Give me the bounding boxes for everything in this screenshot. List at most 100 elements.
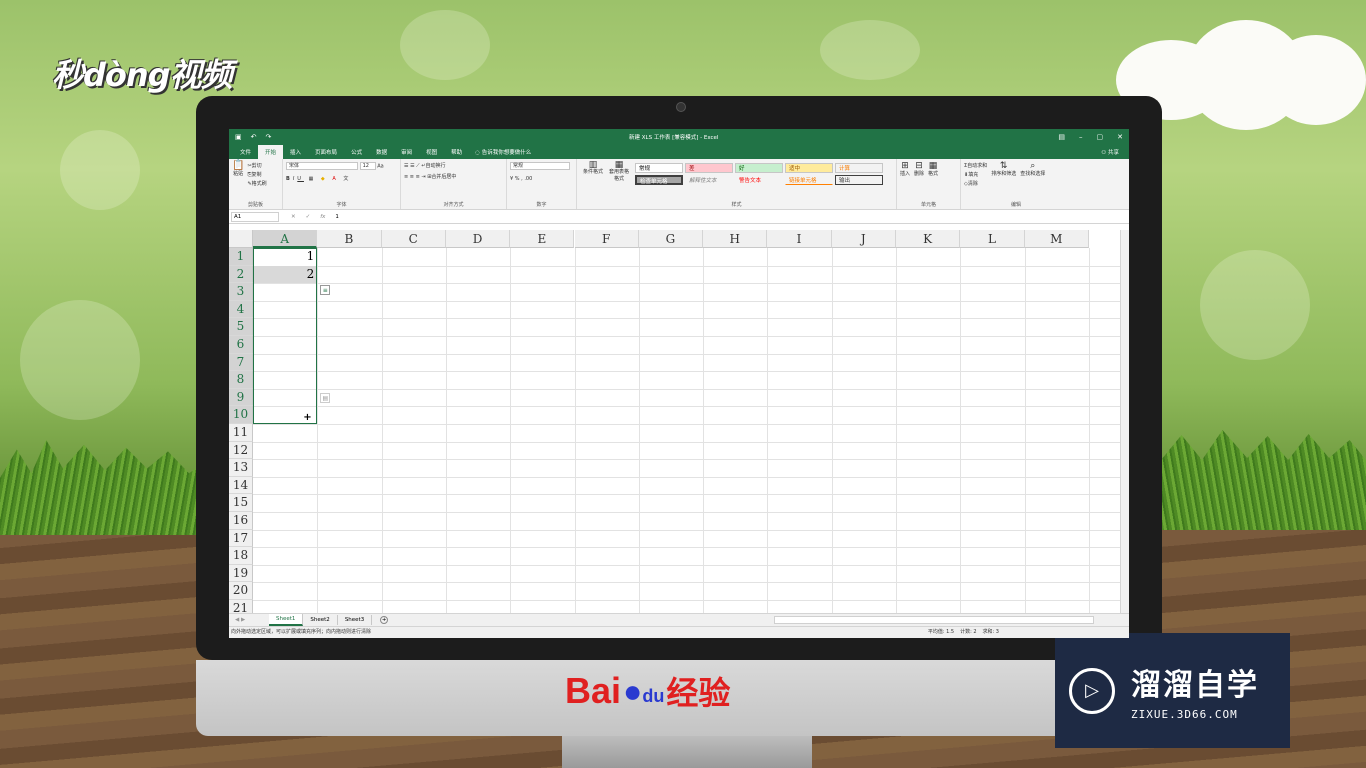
format-as-table-button[interactable]: ▦ 套用表格格式 xyxy=(607,161,631,183)
row-header[interactable]: 19 xyxy=(229,564,253,583)
name-box[interactable]: A1 xyxy=(231,211,279,222)
worksheet-grid[interactable]: A B C D E F G H I J K L M 1 2 3 4 5 6 7 8 9 10 11 12 13 14 15 16 17 18… xyxy=(229,230,1120,613)
close-icon[interactable]: ✕ xyxy=(1117,133,1123,141)
merge-center-button[interactable]: ⊞合并后居中 xyxy=(427,174,456,180)
font-size-select[interactable]: 12 xyxy=(359,162,376,170)
style-normal[interactable]: 常规 xyxy=(635,163,683,173)
row-header[interactable]: 5 xyxy=(229,318,253,336)
font-color-icon[interactable]: A xyxy=(332,176,338,182)
select-all-corner[interactable] xyxy=(229,230,253,248)
style-warning[interactable]: 警告文本 xyxy=(735,175,783,185)
copy-button[interactable]: ⎘复制 xyxy=(247,171,266,180)
find-select-button[interactable]: ⌕ 查找和选择 xyxy=(1020,162,1045,189)
align-right-icon[interactable]: ≡ xyxy=(416,174,420,180)
column-header[interactable]: E xyxy=(510,230,575,248)
enter-icon[interactable]: ✓ xyxy=(306,214,311,220)
column-header[interactable]: J xyxy=(831,230,896,248)
insert-cells-button[interactable]: ⊞ 插入 xyxy=(900,162,910,178)
column-header[interactable]: D xyxy=(445,230,511,248)
fill-button[interactable]: ⬇填充 xyxy=(964,171,987,180)
percent-icon[interactable]: % xyxy=(515,176,520,182)
sheet-nav-arrows[interactable]: ◀ ▶ xyxy=(229,617,269,623)
column-header[interactable]: B xyxy=(317,230,382,248)
minimize-icon[interactable]: – xyxy=(1079,133,1083,141)
sheet-tab-1[interactable]: Sheet1 xyxy=(269,614,304,626)
bold-icon[interactable]: B xyxy=(286,176,293,182)
share-button[interactable]: ⚇ 共享 xyxy=(1101,148,1119,156)
style-neutral[interactable]: 适中 xyxy=(785,163,833,173)
style-check-cell[interactable]: 检查单元格 xyxy=(635,175,683,185)
column-header[interactable]: L xyxy=(960,230,1025,248)
redo-icon[interactable]: ↷ xyxy=(266,133,272,141)
cell-a2[interactable]: 2 xyxy=(253,266,317,284)
format-painter-button[interactable]: ✎格式刷 xyxy=(247,180,266,189)
tab-insert[interactable]: 插入 xyxy=(283,145,308,159)
row-header[interactable]: 11 xyxy=(229,424,253,442)
align-middle-icon[interactable]: ☰ xyxy=(410,163,414,169)
tab-data[interactable]: 数据 xyxy=(369,145,394,159)
orientation-icon[interactable]: ⟋ xyxy=(416,163,420,169)
vertical-scrollbar[interactable] xyxy=(1120,230,1129,613)
align-top-icon[interactable]: ☰ xyxy=(404,163,408,169)
row-header[interactable]: 12 xyxy=(229,441,253,460)
column-header[interactable]: M xyxy=(1024,230,1089,248)
save-icon[interactable]: ▣ xyxy=(235,133,242,141)
style-bad[interactable]: 差 xyxy=(685,163,733,173)
insert-function-icon[interactable]: fx xyxy=(320,214,325,220)
delete-cells-button[interactable]: ⊟ 删除 xyxy=(914,162,924,178)
row-header[interactable]: 17 xyxy=(229,529,253,548)
font-name-select[interactable]: 宋体 xyxy=(286,162,358,170)
style-linked-cell[interactable]: 链接单元格 xyxy=(785,175,833,185)
fill-handle-cursor-icon[interactable]: + xyxy=(303,412,311,423)
tab-formulas[interactable]: 公式 xyxy=(344,145,369,159)
row-header[interactable]: 4 xyxy=(229,300,253,319)
paste-button[interactable]: 📋 粘贴 xyxy=(232,161,244,189)
column-header[interactable]: H xyxy=(703,230,768,248)
sort-filter-button[interactable]: ⇅ 排序和筛选 xyxy=(991,162,1016,189)
autofill-options-icon[interactable]: ≡ xyxy=(320,285,331,296)
column-header[interactable]: C xyxy=(381,230,446,248)
row-header[interactable]: 3 xyxy=(229,283,253,301)
phonetic-icon[interactable]: 文 xyxy=(343,176,351,182)
row-header[interactable]: 13 xyxy=(229,459,253,477)
horizontal-scrollbar[interactable] xyxy=(774,616,1094,624)
autosum-button[interactable]: Σ自动求和 xyxy=(964,162,987,171)
column-header[interactable]: I xyxy=(767,230,832,248)
decimal-icon[interactable]: .00 xyxy=(524,176,532,182)
undo-icon[interactable]: ↶ xyxy=(251,133,257,141)
number-format-select[interactable]: 常规 xyxy=(510,162,570,170)
column-header[interactable]: F xyxy=(574,230,639,248)
add-sheet-icon[interactable]: + xyxy=(380,616,389,624)
tab-review[interactable]: 审阅 xyxy=(394,145,419,159)
ribbon-display-icon[interactable]: ▤ xyxy=(1058,133,1065,141)
align-center-icon[interactable]: ≡ xyxy=(410,174,414,180)
row-header[interactable]: 1 xyxy=(229,248,253,266)
row-header[interactable]: 16 xyxy=(229,512,253,530)
cancel-icon[interactable]: ✕ xyxy=(291,214,296,220)
comma-icon[interactable]: , xyxy=(521,176,523,182)
tell-me-box[interactable]: ◌ 告诉我你想要做什么 xyxy=(475,148,531,156)
column-header[interactable]: G xyxy=(638,230,704,248)
conditional-format-button[interactable]: ▥ 条件格式 xyxy=(581,161,605,176)
align-left-icon[interactable]: ≡ xyxy=(404,174,408,180)
row-header[interactable]: 14 xyxy=(229,476,253,495)
maximize-icon[interactable]: ▢ xyxy=(1097,133,1104,141)
row-header[interactable]: 10 xyxy=(229,406,253,424)
cell-a1[interactable]: 1 xyxy=(253,248,317,266)
row-header[interactable]: 9 xyxy=(229,388,253,407)
formula-input[interactable]: 1 xyxy=(335,214,339,220)
clear-button[interactable]: ◇清除 xyxy=(964,180,987,189)
style-good[interactable]: 好 xyxy=(735,163,783,173)
row-header[interactable]: 18 xyxy=(229,547,253,565)
row-header[interactable]: 2 xyxy=(229,265,253,284)
underline-icon[interactable]: U xyxy=(297,176,304,182)
row-header[interactable]: 15 xyxy=(229,494,253,512)
tab-home[interactable]: 开始 xyxy=(258,144,284,159)
row-header[interactable]: 7 xyxy=(229,353,253,372)
sheet-tab-3[interactable]: Sheet3 xyxy=(338,615,373,625)
column-header[interactable]: K xyxy=(896,230,961,248)
format-cells-button[interactable]: ▦ 格式 xyxy=(928,162,938,178)
quick-analysis-icon[interactable]: ▤ xyxy=(320,392,331,403)
style-calculation[interactable]: 计算 xyxy=(835,163,883,173)
column-header[interactable]: A xyxy=(253,230,318,248)
